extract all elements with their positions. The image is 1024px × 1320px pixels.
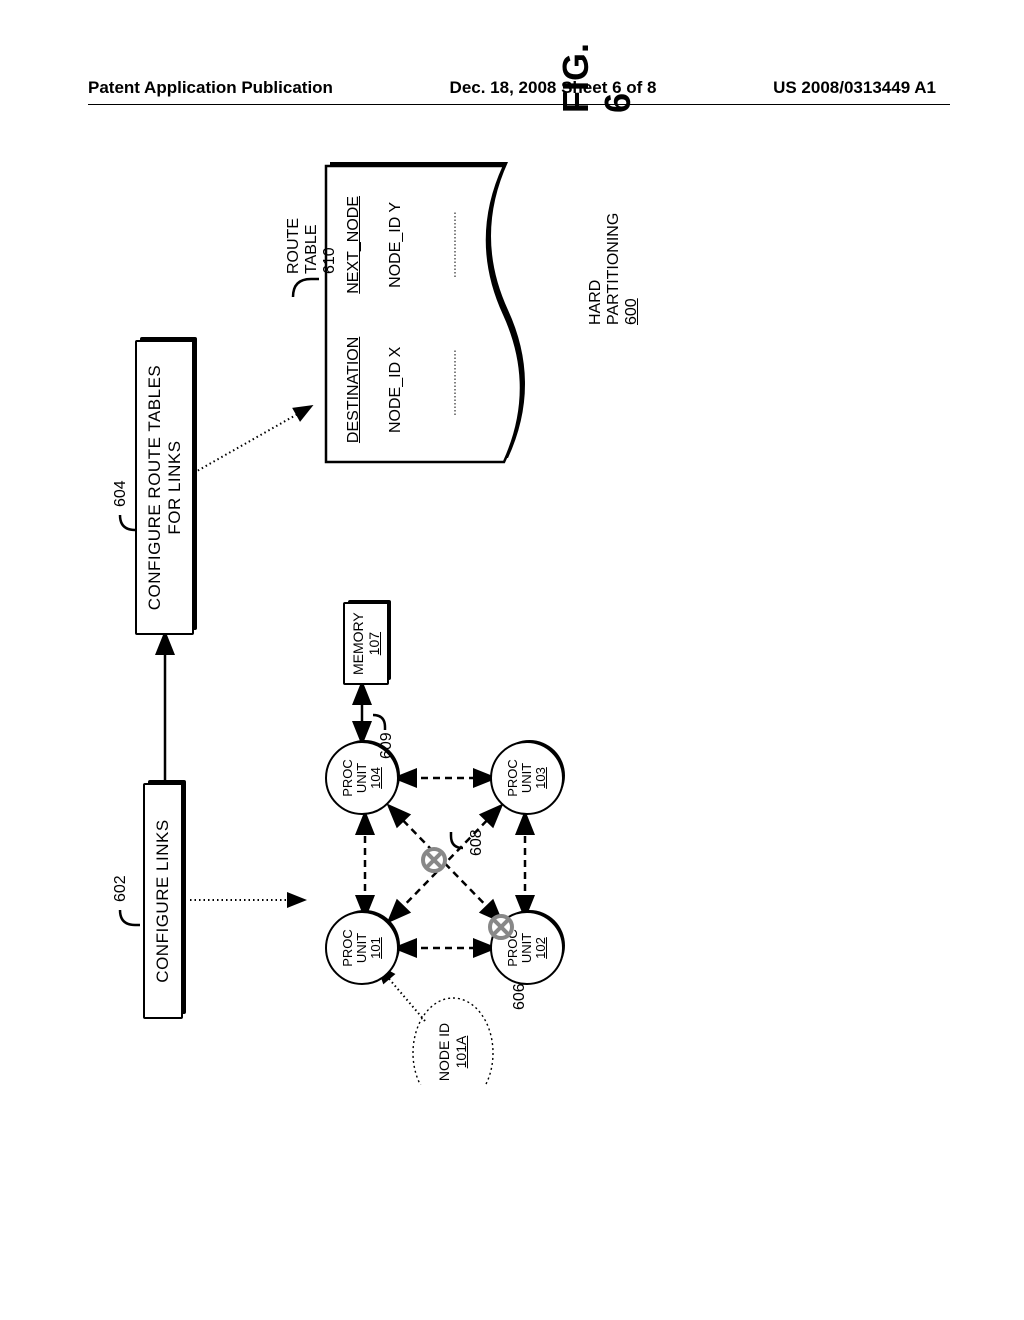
ref-606: 606 xyxy=(511,983,529,1010)
memory-label: MEMORY xyxy=(350,612,366,675)
page-header: Patent Application Publication Dec. 18, … xyxy=(0,78,1024,98)
configure-routes-line1: CONFIGURE ROUTE TABLES xyxy=(145,365,164,611)
proc-unit-101: PROC UNIT 101 xyxy=(325,911,399,985)
proc-label: PROC xyxy=(506,759,520,797)
blocked-link-icon xyxy=(421,847,447,873)
ref-608: 608 xyxy=(468,829,486,856)
route-table-col-destination: DESTINATION xyxy=(335,315,377,465)
configure-routes-line2: FOR LINKS xyxy=(165,440,184,534)
route-table-col-next-node: NEXT_NODE xyxy=(335,175,377,315)
header-rule xyxy=(88,104,950,105)
unit-label: UNIT xyxy=(520,763,534,793)
configure-routes-box: CONFIGURE ROUTE TABLES FOR LINKS xyxy=(135,340,194,635)
ref-103: 103 xyxy=(534,767,548,789)
route-table-cell-dest: NODE_ID X xyxy=(377,315,419,465)
ref-107: 107 xyxy=(366,632,382,655)
hard-partitioning-text: HARD PARTITIONING xyxy=(587,213,622,325)
ref-609: 609 xyxy=(378,732,396,759)
configure-links-box: CONFIGURE LINKS xyxy=(143,783,183,1019)
node-id-ellipse-content: NODE ID 101A xyxy=(436,1014,470,1090)
proc-label: PROC xyxy=(341,929,355,967)
header-right: US 2008/0313449 A1 xyxy=(773,78,936,98)
ref-101: 101 xyxy=(369,937,383,959)
route-table-cell-next: NODE_ID Y xyxy=(377,175,419,315)
figure-label: FIG. 6 xyxy=(555,43,639,113)
ref-600: 600 xyxy=(623,298,640,325)
proc-label: PROC xyxy=(341,759,355,797)
unit-label: UNIT xyxy=(520,933,534,963)
ref-104: 104 xyxy=(369,767,383,789)
memory-box: MEMORY 107 xyxy=(343,602,389,685)
blocked-link-icon xyxy=(488,914,514,940)
header-left: Patent Application Publication xyxy=(88,78,333,98)
ref-102: 102 xyxy=(534,937,548,959)
proc-unit-103: PROC UNIT 103 xyxy=(490,741,564,815)
nodeid-value: 101A xyxy=(453,1036,469,1069)
ref-602: 602 xyxy=(112,875,130,902)
ref-604: 604 xyxy=(112,480,130,507)
unit-label: UNIT xyxy=(355,763,369,793)
configure-links-label: CONFIGURE LINKS xyxy=(153,819,172,982)
hard-partitioning-label: HARD PARTITIONING 600 xyxy=(587,213,641,325)
unit-label: UNIT xyxy=(355,933,369,963)
figure-diagram: CONFIGURE LINKS 602 CONFIGURE ROUTE TABL… xyxy=(0,305,1024,1085)
nodeid-label: NODE ID xyxy=(436,1023,452,1081)
route-table: DESTINATION NEXT_NODE NODE_ID X NODE_ID … xyxy=(325,165,525,465)
